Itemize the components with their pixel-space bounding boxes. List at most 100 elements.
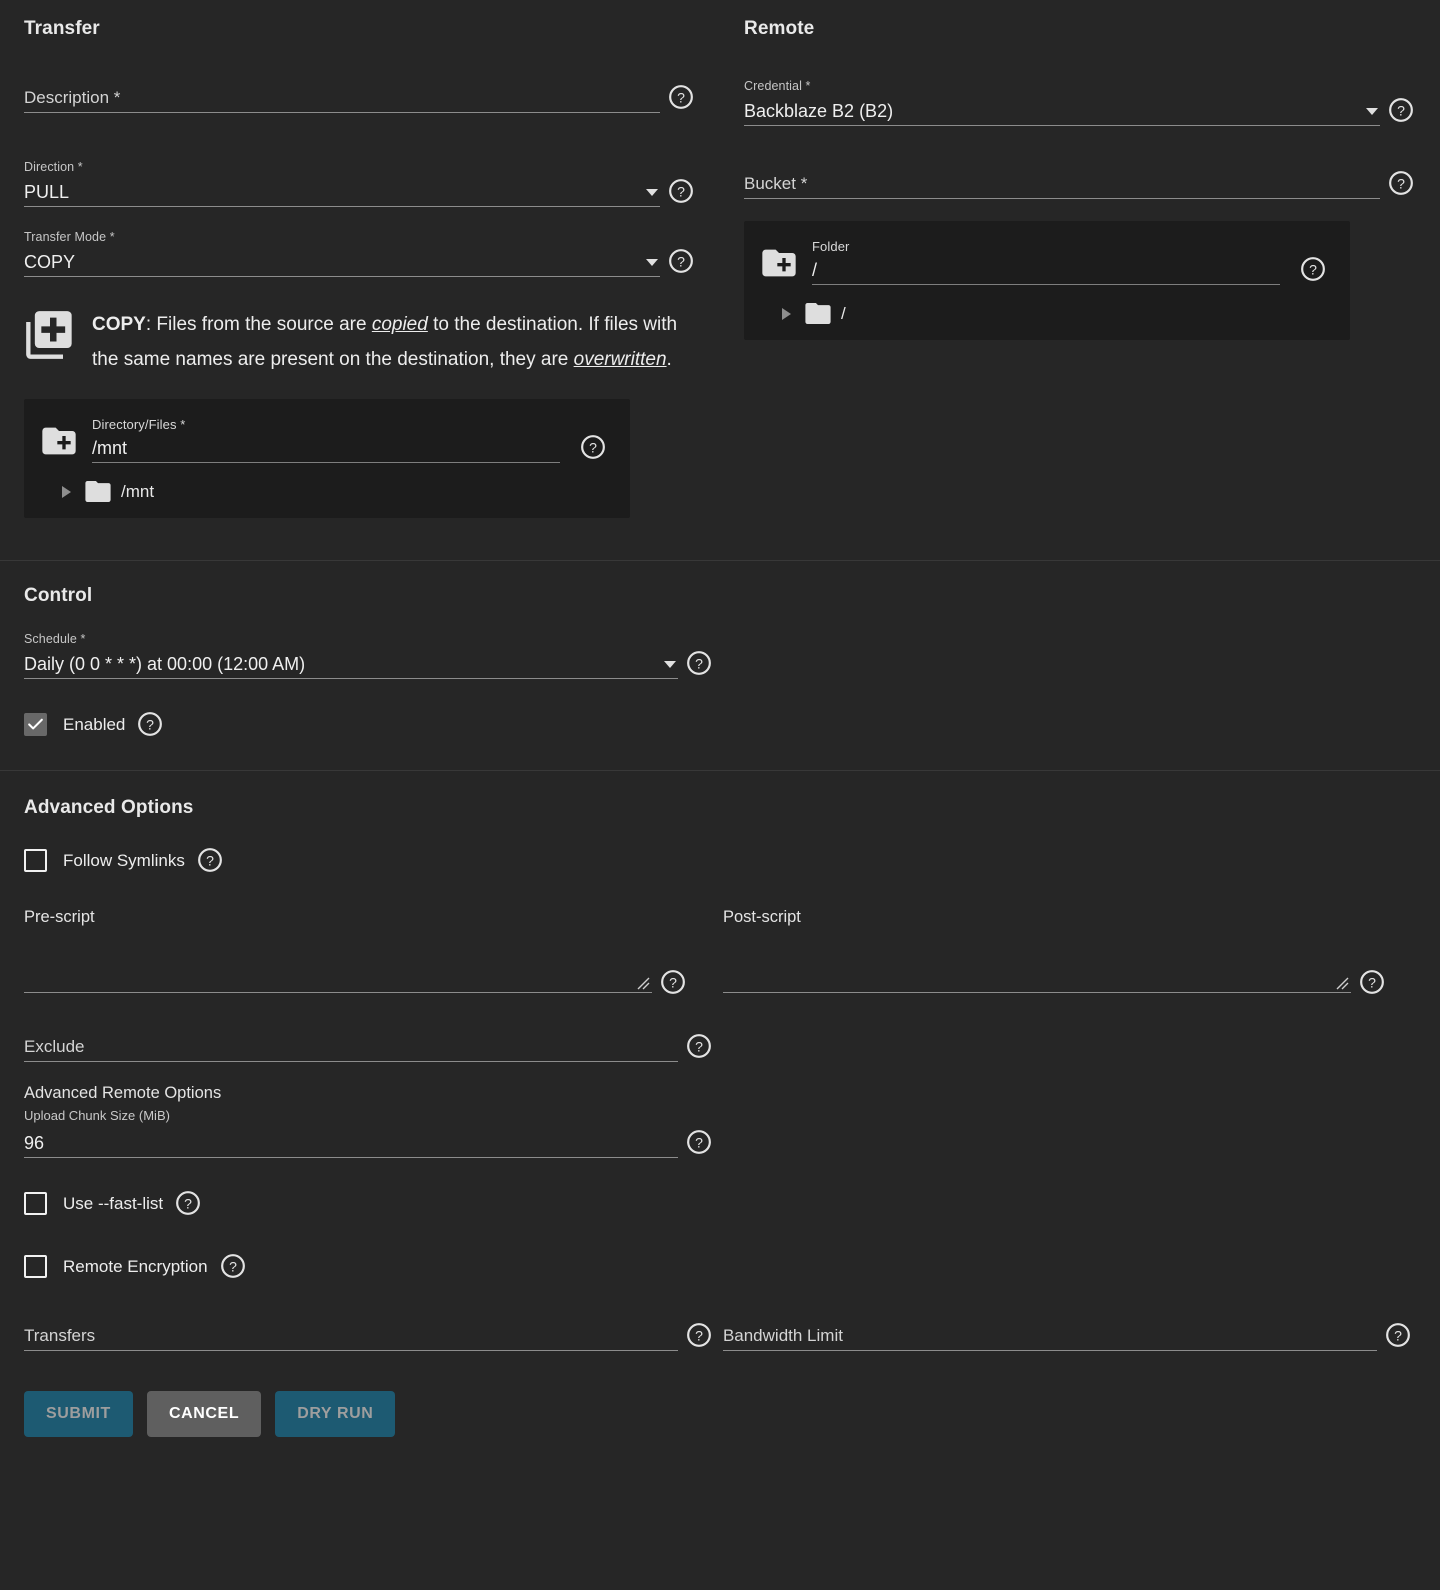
svg-text:?: ?	[589, 439, 597, 455]
directory-explorer-panel: Directory/Files * /mnt ?	[24, 399, 630, 518]
schedule-label: Schedule *	[24, 631, 714, 647]
transfer-mode-help-icon[interactable]: ?	[666, 246, 696, 276]
upload-chunk-size-label: Upload Chunk Size (MiB)	[24, 1108, 170, 1123]
bandwidth-limit-help-icon[interactable]: ?	[1383, 1320, 1413, 1350]
section-control: Control Schedule * Daily (0 0 * * *) at …	[0, 561, 1440, 770]
copy-desc-emphasis-2: overwritten	[574, 349, 667, 370]
create-new-folder-icon[interactable]	[38, 421, 80, 461]
folder-label: Folder	[812, 239, 1280, 255]
cloud-sync-task-form: Transfer Description * ?	[0, 0, 1440, 1590]
transfer-mode-select[interactable]: COPY	[24, 248, 660, 277]
description-input[interactable]: Description *	[24, 84, 660, 113]
bucket-label: Bucket *	[744, 173, 807, 195]
bandwidth-limit-field: Bandwidth Limit ?	[723, 1320, 1413, 1351]
transfers-field: Transfers ?	[24, 1320, 714, 1351]
post-script-help-icon[interactable]: ?	[1357, 967, 1387, 997]
fast-list-help-icon[interactable]: ?	[173, 1188, 203, 1218]
pre-script-label: Pre-script	[24, 908, 688, 927]
follow-symlinks-checkbox[interactable]	[24, 849, 47, 872]
description-label: Description *	[24, 87, 120, 109]
description-field: Description * ?	[24, 82, 696, 113]
enabled-label: Enabled	[63, 715, 125, 735]
dry-run-button[interactable]: DRY RUN	[275, 1391, 395, 1437]
remote-encryption-checkbox[interactable]	[24, 1255, 47, 1278]
enabled-checkbox-row[interactable]: Enabled ?	[24, 709, 1416, 740]
schedule-field: Schedule * Daily (0 0 * * *) at 00:00 (1…	[24, 631, 714, 679]
folder-input[interactable]: /	[812, 256, 1280, 285]
directory-files-help-icon[interactable]: ?	[578, 432, 608, 462]
svg-text:?: ?	[184, 1195, 192, 1211]
transfer-mode-value: COPY	[24, 251, 75, 273]
schedule-select[interactable]: Daily (0 0 * * *) at 00:00 (12:00 AM)	[24, 650, 678, 679]
copy-desc-part-3: .	[667, 349, 672, 370]
folder-tree-row[interactable]: /	[744, 285, 1350, 324]
chevron-down-icon	[646, 259, 658, 266]
exclude-field: Exclude ?	[24, 1031, 714, 1062]
credential-select[interactable]: Backblaze B2 (B2)	[744, 97, 1380, 126]
resize-handle-icon[interactable]	[1333, 974, 1349, 990]
directory-files-value: /mnt	[92, 437, 127, 459]
svg-text:?: ?	[669, 974, 677, 990]
svg-text:?: ?	[1394, 1327, 1402, 1343]
remote-encryption-row[interactable]: Remote Encryption ?	[24, 1251, 1416, 1282]
transfer-section-title: Transfer	[24, 18, 696, 40]
enabled-checkbox[interactable]	[24, 713, 47, 736]
cancel-button[interactable]: CANCEL	[147, 1391, 261, 1437]
bandwidth-limit-input[interactable]: Bandwidth Limit	[723, 1322, 1377, 1351]
bucket-help-icon[interactable]: ?	[1386, 168, 1416, 198]
follow-symlinks-help-icon[interactable]: ?	[195, 845, 225, 875]
follow-symlinks-label: Follow Symlinks	[63, 851, 185, 871]
form-actions: SUBMIT CANCEL DRY RUN	[24, 1391, 1416, 1437]
transfers-help-icon[interactable]: ?	[684, 1320, 714, 1350]
pre-script-help-icon[interactable]: ?	[658, 967, 688, 997]
upload-chunk-size-help-icon[interactable]: ?	[684, 1127, 714, 1157]
exclude-label: Exclude	[24, 1036, 84, 1058]
svg-text:?: ?	[695, 1134, 703, 1150]
direction-help-icon[interactable]: ?	[666, 176, 696, 206]
enabled-help-icon[interactable]: ?	[135, 709, 165, 739]
post-script-label: Post-script	[723, 908, 1387, 927]
directory-tree-row[interactable]: /mnt	[24, 463, 630, 502]
transfer-mode-description: COPY: Files from the source are copied t…	[24, 307, 684, 377]
upload-chunk-size-field: Upload Chunk Size (MiB) 96 ?	[24, 1107, 714, 1158]
directory-files-label: Directory/Files *	[92, 417, 560, 433]
library-add-icon	[24, 309, 76, 361]
resize-handle-icon[interactable]	[634, 974, 650, 990]
svg-text:?: ?	[1397, 102, 1405, 118]
exclude-input[interactable]: Exclude	[24, 1033, 678, 1062]
post-script-textarea[interactable]	[723, 935, 1351, 993]
expand-arrow-icon[interactable]	[782, 308, 791, 320]
upload-chunk-size-input[interactable]: 96	[24, 1129, 678, 1158]
fast-list-checkbox[interactable]	[24, 1192, 47, 1215]
submit-button[interactable]: SUBMIT	[24, 1391, 133, 1437]
svg-text:?: ?	[695, 1038, 703, 1054]
section-transfer-remote: Transfer Description * ?	[0, 0, 1440, 518]
exclude-help-icon[interactable]: ?	[684, 1031, 714, 1061]
description-help-icon[interactable]: ?	[666, 82, 696, 112]
direction-select[interactable]: PULL	[24, 178, 660, 207]
bucket-field: Bucket * ?	[744, 168, 1416, 199]
chevron-down-icon	[646, 189, 658, 196]
remote-encryption-help-icon[interactable]: ?	[218, 1251, 248, 1281]
expand-arrow-icon[interactable]	[62, 486, 71, 498]
credential-help-icon[interactable]: ?	[1386, 95, 1416, 125]
follow-symlinks-row[interactable]: Follow Symlinks ?	[24, 845, 1416, 876]
directory-tree-label: /mnt	[121, 482, 154, 502]
schedule-value: Daily (0 0 * * *) at 00:00 (12:00 AM)	[24, 653, 305, 675]
create-new-folder-icon[interactable]	[758, 243, 800, 283]
fast-list-label: Use --fast-list	[63, 1194, 163, 1214]
advanced-section-title: Advanced Options	[24, 797, 1416, 819]
folder-help-icon[interactable]: ?	[1298, 254, 1328, 284]
direction-label: Direction *	[24, 159, 696, 175]
folder-icon	[85, 481, 111, 502]
direction-field: Direction * PULL ?	[24, 159, 696, 207]
fast-list-row[interactable]: Use --fast-list ?	[24, 1188, 1416, 1219]
svg-text:?: ?	[146, 716, 154, 732]
transfers-input[interactable]: Transfers	[24, 1322, 678, 1351]
schedule-help-icon[interactable]: ?	[684, 648, 714, 678]
transfers-label: Transfers	[24, 1325, 95, 1347]
credential-value: Backblaze B2 (B2)	[744, 100, 893, 122]
bucket-input[interactable]: Bucket *	[744, 170, 1380, 199]
directory-files-input[interactable]: /mnt	[92, 434, 560, 463]
pre-script-textarea[interactable]	[24, 935, 652, 993]
